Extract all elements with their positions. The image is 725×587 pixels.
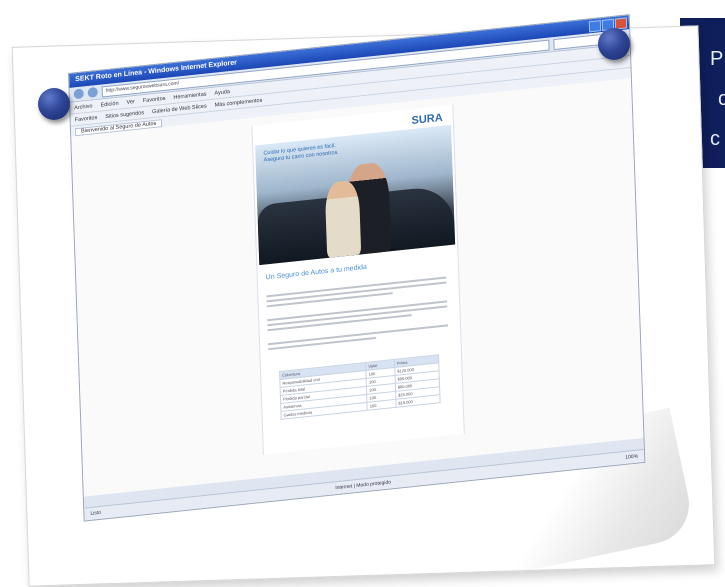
hero-text: Cuidar lo que quieres es fácil. Asegura … (263, 142, 339, 164)
browser-screenshot: SEKT Roto en Línea - Windows Internet Ex… (68, 14, 646, 522)
web-page: SURA Cuidar lo que quieres es fácil. Ase… (251, 104, 465, 455)
article-title: Un Seguro de Autos a tu medida (265, 263, 368, 282)
back-arrow-icon[interactable] (73, 88, 84, 100)
menu-item-ver[interactable]: Ver (126, 99, 134, 106)
woman-image (324, 179, 362, 258)
menu-item-ayuda[interactable]: Ayuda (214, 89, 230, 97)
menu-item-herramientas[interactable]: Herramientas (173, 91, 206, 100)
coverage-table: Cobertura Valor Prima Responsabilidad ci… (279, 354, 441, 420)
forward-arrow-icon[interactable] (87, 86, 98, 98)
menu-item-archivo[interactable]: Archivo (74, 103, 93, 111)
side-text-line-3: c (710, 128, 720, 150)
menu-item-favoritos[interactable]: Favoritos (143, 95, 166, 103)
status-text: Listo (90, 509, 102, 517)
menu-item-edicion[interactable]: Edición (100, 100, 118, 108)
sura-logo: SURA (411, 111, 443, 128)
toolbar-favoritos[interactable]: Favoritos (75, 114, 98, 122)
hero-banner: Cuidar lo que quieres es fácil. Asegura … (255, 124, 456, 266)
minimize-button[interactable] (588, 20, 602, 33)
photo-collage: P c c SEKT Roto en Línea - Windows Inter… (0, 0, 725, 587)
side-text-line-1: P (710, 48, 724, 70)
side-text-line-2: c (718, 88, 725, 110)
page-viewport: SURA Cuidar lo que quieres es fácil. Ase… (71, 78, 644, 497)
toolbar-sitios-sugeridos[interactable]: Sitios sugeridos (105, 110, 144, 120)
pushpin-right-icon (598, 28, 630, 60)
pushpin-left-icon (38, 88, 70, 120)
zoom-level[interactable]: 100% (625, 451, 638, 464)
table-cell: 100 (367, 399, 396, 411)
